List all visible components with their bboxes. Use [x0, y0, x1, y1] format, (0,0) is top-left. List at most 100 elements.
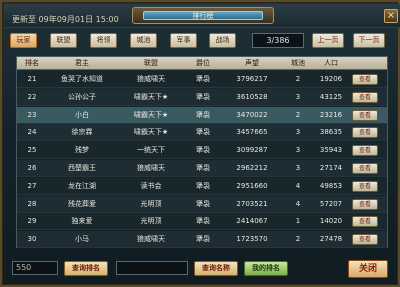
next-page-button[interactable]: 下一页 [353, 33, 385, 48]
view-button[interactable]: 查看 [352, 145, 378, 157]
close-icon[interactable]: × [384, 9, 398, 23]
view-button[interactable]: 查看 [352, 163, 378, 174]
tab-2[interactable]: 将领 [90, 33, 117, 48]
cell-title: 犟袅 [196, 110, 210, 119]
tab-3[interactable]: 城池 [130, 33, 157, 48]
column-header-7 [349, 57, 387, 70]
table-row[interactable]: 28 残花葬爱 光明顶 犟袅 2703521 4 57207 查看 [17, 195, 387, 213]
cell-alliance: 狼威啸天 [137, 235, 165, 244]
page-indicator: 3/386 [252, 33, 304, 48]
cell-population: 23216 [319, 110, 343, 119]
cell-title: 犟袅 [196, 164, 210, 172]
table-row[interactable]: 27 龙在江湖 读书会 犟袅 2951660 4 49853 查看 [17, 177, 387, 195]
title-plate: 排行榜 [132, 7, 274, 24]
cell-population: 14020 [319, 217, 343, 226]
cell-alliance: 啸霸天下★ [133, 110, 169, 119]
cell-cities: 3 [295, 146, 301, 155]
cell-title: 犟袅 [196, 92, 210, 101]
cell-rank: 25 [27, 146, 37, 155]
cell-population: 27478 [319, 235, 343, 244]
query-name-button[interactable]: 查询名称 [194, 261, 238, 276]
table-row[interactable]: 21 鱼哭了水知道 狼威啸天 犟袅 3796217 2 19206 查看 [17, 71, 387, 88]
cell-title: 犟袅 [196, 146, 210, 155]
cell-population: 19206 [319, 75, 343, 83]
tab-1[interactable]: 联盟 [50, 33, 77, 48]
column-header-1: 君主 [75, 59, 89, 67]
cell-cities: 2 [295, 75, 301, 83]
cell-lord: 小马 [75, 235, 89, 244]
view-button[interactable]: 查看 [352, 127, 378, 139]
column-header-4: 声望 [245, 59, 259, 67]
tab-5[interactable]: 战场 [209, 33, 236, 48]
cell-alliance: 光明顶 [140, 199, 162, 208]
cell-rank: 27 [27, 181, 37, 190]
table-row[interactable]: 23 小白 啸霸天下★ 犟袅 3470022 2 23216 查看 [17, 106, 387, 124]
table-row[interactable]: 22 公孙公子 啸霸天下★ 犟袅 3610528 3 43125 查看 [17, 88, 387, 106]
cell-prestige: 1723570 [236, 235, 268, 244]
cell-lord: 小白 [75, 110, 89, 119]
cell-title: 犟袅 [196, 199, 210, 208]
view-button[interactable]: 查看 [352, 91, 378, 103]
cell-lord: 公孙公子 [68, 92, 96, 101]
cell-rank: 26 [27, 164, 37, 172]
cell-cities: 2 [295, 235, 301, 244]
query-rank-button[interactable]: 查询排名 [64, 261, 108, 276]
table-row[interactable]: 25 残梦 一统天下 犟袅 3099287 3 35943 查看 [17, 142, 387, 160]
cell-lord: 残花葬爱 [68, 199, 96, 208]
my-rank-button[interactable]: 我的排名 [244, 261, 288, 276]
ranking-table: 排名 君主 联盟 爵位 声望 城池 人口 21 鱼哭了水知道 狼威啸天 犟袅 3796217 2 192… [16, 56, 388, 249]
cell-cities: 3 [295, 128, 301, 137]
view-button[interactable]: 查看 [352, 234, 378, 246]
view-button[interactable]: 查看 [352, 74, 378, 85]
cell-population: 38635 [319, 128, 343, 137]
cell-alliance: 啸霸天下★ [133, 128, 169, 137]
tab-0[interactable]: 玩家 [10, 33, 37, 48]
column-header-2: 联盟 [144, 59, 158, 67]
cell-lord: 徐宗霖 [71, 128, 93, 137]
view-button[interactable]: 查看 [352, 198, 378, 210]
cell-cities: 4 [295, 181, 301, 190]
cell-prestige: 3610528 [236, 92, 268, 101]
column-header-5: 城池 [291, 59, 305, 67]
table-row[interactable]: 26 西楚霸王 狼威啸天 犟袅 2962212 3 27174 查看 [17, 160, 387, 177]
cell-prestige: 3796217 [236, 75, 268, 83]
cell-prestige: 3470022 [236, 110, 268, 119]
view-button[interactable]: 查看 [352, 109, 378, 121]
table-row[interactable]: 30 小马 狼威啸天 犟袅 1723570 2 27478 查看 [17, 231, 387, 249]
cell-title: 犟袅 [196, 75, 210, 83]
tab-4[interactable]: 军事 [170, 33, 197, 48]
cell-prestige: 2414067 [236, 217, 268, 226]
name-input[interactable] [116, 261, 188, 275]
cell-population: 49853 [319, 181, 343, 190]
cell-rank: 24 [27, 128, 37, 137]
close-button[interactable]: 关闭 [348, 260, 388, 278]
view-button[interactable]: 查看 [352, 216, 378, 228]
cell-prestige: 2703521 [236, 199, 268, 208]
column-header-0: 排名 [25, 59, 39, 67]
cell-alliance: 啸霸天下★ [133, 92, 169, 101]
cell-title: 犟袅 [196, 235, 210, 244]
rank-input[interactable]: 550 [12, 261, 58, 275]
cell-cities: 4 [295, 199, 301, 208]
cell-population: 57207 [319, 199, 343, 208]
cell-lord: 鱼哭了水知道 [61, 75, 103, 83]
cell-title: 犟袅 [196, 128, 210, 137]
cell-cities: 2 [295, 110, 301, 119]
cell-alliance: 狼威啸天 [137, 164, 165, 172]
cell-cities: 1 [295, 217, 301, 226]
prev-page-button[interactable]: 上一页 [312, 33, 344, 48]
footer-bar: 550 查询排名 查询名称 我的排名 关闭 [4, 255, 400, 287]
column-header-6: 人口 [324, 59, 338, 67]
cell-lord: 西楚霸王 [68, 164, 96, 172]
view-button[interactable]: 查看 [352, 180, 378, 192]
cell-cities: 3 [295, 164, 301, 172]
cell-title: 犟袅 [196, 217, 210, 226]
cell-rank: 29 [27, 217, 37, 226]
table-row[interactable]: 29 独来爱 光明顶 犟袅 2414067 1 14020 查看 [17, 213, 387, 231]
cell-population: 35943 [319, 146, 343, 155]
title-bar: 更新至 09年09月01日 15:00 排行榜 × [4, 4, 400, 28]
cell-title: 犟袅 [196, 181, 210, 190]
cell-prestige: 3099287 [236, 146, 268, 155]
table-row[interactable]: 24 徐宗霖 啸霸天下★ 犟袅 3457665 3 38635 查看 [17, 124, 387, 142]
cell-prestige: 2951660 [236, 181, 268, 190]
